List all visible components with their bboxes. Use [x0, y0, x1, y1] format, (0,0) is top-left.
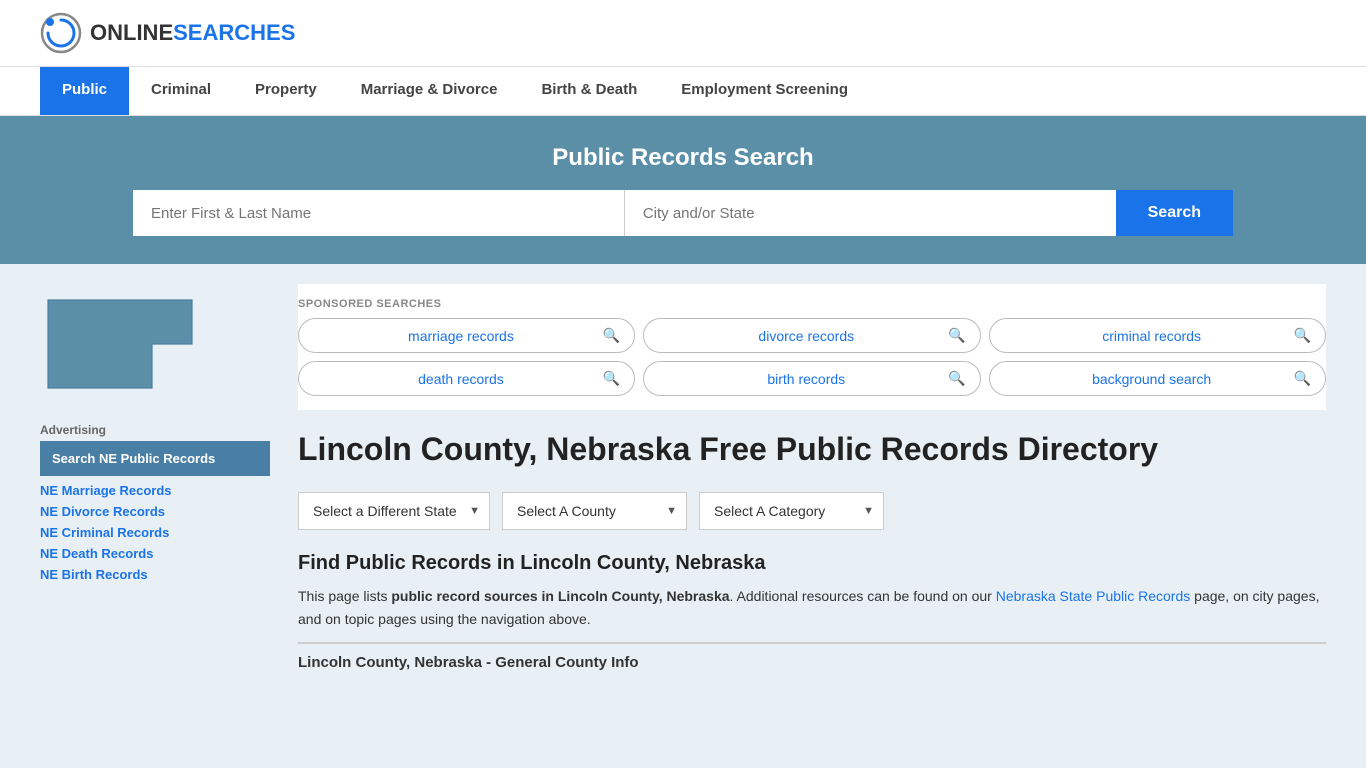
search-icon-2: 🔍 [948, 327, 965, 344]
sponsored-item-birth-text: birth records [664, 371, 948, 387]
name-input[interactable] [133, 190, 625, 236]
sponsored-grid: marriage records 🔍 divorce records 🔍 cri… [298, 318, 1326, 396]
county-select-wrapper: Select A County [502, 492, 687, 530]
sponsored-item-divorce-text: divorce records [664, 328, 948, 344]
search-icon-4: 🔍 [603, 370, 620, 387]
search-icon-1: 🔍 [603, 327, 620, 344]
search-icon-6: 🔍 [1294, 370, 1311, 387]
nav-marriage-divorce[interactable]: Marriage & Divorce [339, 67, 520, 115]
content-area: SPONSORED SEARCHES marriage records 🔍 di… [298, 284, 1326, 671]
sidebar-link-criminal[interactable]: NE Criminal Records [40, 522, 270, 543]
hero-section: Public Records Search Search [0, 116, 1366, 264]
hero-title: Public Records Search [40, 144, 1326, 172]
category-select-wrapper: Select A Category [699, 492, 884, 530]
search-bar: Search [133, 190, 1233, 236]
logo[interactable]: ONLINE SEARCHES [40, 12, 295, 54]
sidebar-link-death[interactable]: NE Death Records [40, 543, 270, 564]
logo-icon [40, 12, 82, 54]
sponsored-item-death-text: death records [319, 371, 603, 387]
nav-birth-death[interactable]: Birth & Death [519, 67, 659, 115]
location-input[interactable] [625, 190, 1116, 236]
sidebar-ad-box[interactable]: Search NE Public Records [40, 441, 270, 476]
main-container: Advertising Search NE Public Records NE … [0, 264, 1366, 691]
sponsored-item-criminal-text: criminal records [1010, 328, 1294, 344]
find-records-text: This page lists public record sources in… [298, 585, 1326, 630]
find-records-title: Find Public Records in Lincoln County, N… [298, 552, 1326, 575]
category-select[interactable]: Select A Category [699, 492, 884, 530]
page-title-section: Lincoln County, Nebraska Free Public Rec… [298, 426, 1326, 468]
sidebar-link-divorce[interactable]: NE Divorce Records [40, 501, 270, 522]
find-text-bold: public record sources in Lincoln County,… [391, 588, 729, 604]
search-button[interactable]: Search [1116, 190, 1233, 236]
nav-criminal[interactable]: Criminal [129, 67, 233, 115]
sponsored-item-birth[interactable]: birth records 🔍 [643, 361, 980, 396]
selects-row: Select a Different State Select A County… [298, 492, 1326, 530]
nav-property[interactable]: Property [233, 67, 339, 115]
search-icon-3: 🔍 [1294, 327, 1311, 344]
sponsored-item-divorce[interactable]: divorce records 🔍 [643, 318, 980, 353]
logo-online: ONLINE [90, 22, 173, 44]
sponsored-item-background-text: background search [1010, 371, 1294, 387]
logo-text: ONLINE SEARCHES [90, 22, 295, 44]
sponsored-item-death[interactable]: death records 🔍 [298, 361, 635, 396]
nebraska-map [40, 284, 200, 404]
sponsored-item-criminal[interactable]: criminal records 🔍 [989, 318, 1326, 353]
find-records-link[interactable]: Nebraska State Public Records [996, 588, 1191, 604]
nav-employment[interactable]: Employment Screening [659, 67, 870, 115]
logo-searches: SEARCHES [173, 22, 295, 44]
general-info-title: Lincoln County, Nebraska - General Count… [298, 642, 1326, 671]
sidebar-link-marriage[interactable]: NE Marriage Records [40, 480, 270, 501]
main-nav: Public Criminal Property Marriage & Divo… [0, 67, 1366, 116]
county-select[interactable]: Select A County [502, 492, 687, 530]
find-text-part2: . Additional resources can be found on o… [730, 588, 996, 604]
sidebar-link-birth[interactable]: NE Birth Records [40, 564, 270, 585]
site-header: ONLINE SEARCHES [0, 0, 1366, 67]
page-title: Lincoln County, Nebraska Free Public Rec… [298, 430, 1158, 468]
find-text-part1: This page lists [298, 588, 391, 604]
sponsored-item-background[interactable]: background search 🔍 [989, 361, 1326, 396]
state-select[interactable]: Select a Different State [298, 492, 490, 530]
sidebar-ad-label: Advertising [40, 423, 270, 437]
sponsored-section: SPONSORED SEARCHES marriage records 🔍 di… [298, 284, 1326, 410]
sponsored-item-marriage[interactable]: marriage records 🔍 [298, 318, 635, 353]
sidebar: Advertising Search NE Public Records NE … [40, 284, 270, 671]
nav-public[interactable]: Public [40, 67, 129, 115]
state-select-wrapper: Select a Different State [298, 492, 490, 530]
search-icon-5: 🔍 [948, 370, 965, 387]
sponsored-label: SPONSORED SEARCHES [298, 298, 1326, 310]
sponsored-item-marriage-text: marriage records [319, 328, 603, 344]
